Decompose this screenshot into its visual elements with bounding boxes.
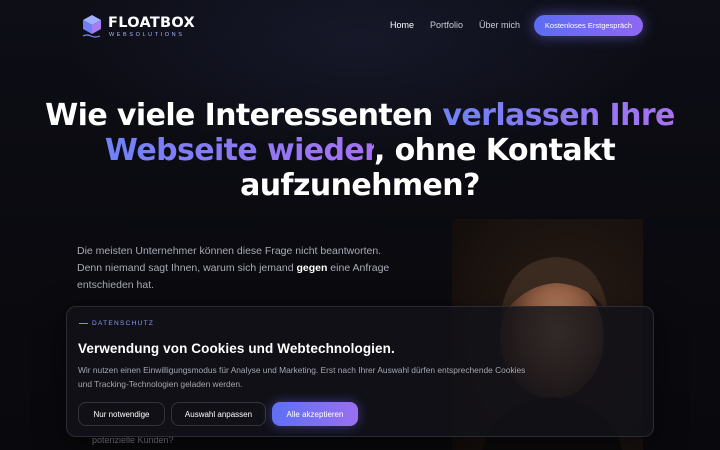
cookie-title: Verwendung von Cookies und Webtechnologi… <box>78 341 395 356</box>
hero-title-part2: , ohne Kontakt <box>373 133 616 168</box>
customize-selection-button[interactable]: Auswahl anpassen <box>171 402 266 426</box>
cookie-description: Wir nutzen einen Einwilligungsmodus für … <box>78 365 526 389</box>
site-header: FLOATBOX WEBSOLUTIONS Home Portfolio Übe… <box>0 0 720 54</box>
hero-description: Die meisten Unternehmer können diese Fra… <box>77 243 407 294</box>
eyebrow-line-decoration <box>79 323 88 324</box>
nav-ueber-mich[interactable]: Über mich <box>479 20 520 30</box>
floatbox-logo[interactable]: FLOATBOX WEBSOLUTIONS <box>82 14 195 40</box>
hero-title-highlight2: Webseite wieder <box>104 133 375 168</box>
hero-title: Wie viele Interessenten verlassen Ihre W… <box>40 98 680 203</box>
hero-title-part1: Wie viele Interessenten <box>45 98 443 133</box>
nav-home[interactable]: Home <box>390 20 414 30</box>
cookie-consent-dialog: DATENSCHUTZ Verwendung von Cookies und W… <box>66 306 654 437</box>
hero-title-part3: aufzunehmen? <box>240 168 480 203</box>
hero-text-bold: gegen <box>296 262 328 274</box>
cookie-eyebrow-label: DATENSCHUTZ <box>92 320 155 327</box>
cookie-eyebrow: DATENSCHUTZ <box>79 320 154 327</box>
nav-portfolio[interactable]: Portfolio <box>430 20 463 30</box>
free-consultation-button[interactable]: Kostenloses Erstgespräch <box>534 15 643 36</box>
hero-title-highlight1: verlassen Ihre <box>442 98 675 133</box>
accept-all-button[interactable]: Alle akzeptieren <box>272 402 358 426</box>
logo-wordmark: FLOATBOX <box>108 15 195 31</box>
necessary-only-button[interactable]: Nur notwendige <box>78 402 165 426</box>
cube-logo-icon <box>82 15 101 38</box>
logo-tagline: WEBSOLUTIONS <box>109 32 185 38</box>
